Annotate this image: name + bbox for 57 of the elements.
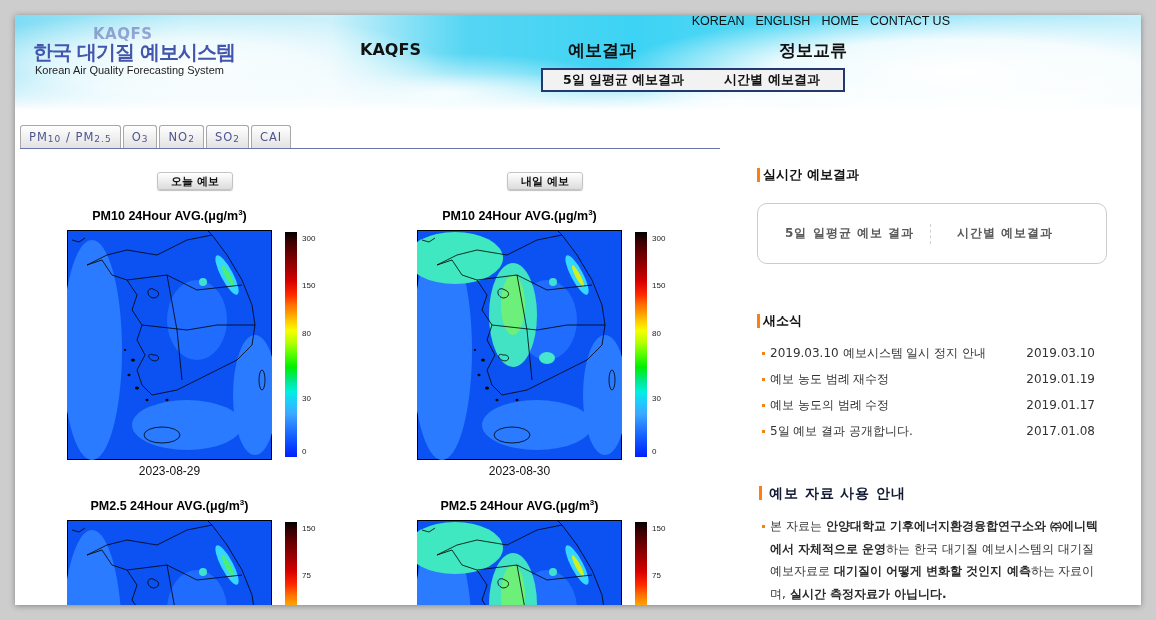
news-date: 2019.01.19 bbox=[1026, 372, 1095, 386]
map-title: PM10 24Hour AVG.(μg/m$^{3}$) bbox=[92, 208, 247, 224]
logo-backdrop-text: KAQFS bbox=[93, 28, 153, 41]
bullet-icon bbox=[762, 377, 765, 381]
map-title: PM2.5 24Hour AVG.(μg/m$^{3}$) bbox=[440, 498, 599, 514]
bullet-icon bbox=[762, 429, 765, 433]
map-date: 2023-08-30 bbox=[488, 464, 551, 478]
notice-text: 본 자료는 안양대학교 기후에너지환경융합연구소와 ㈜에니텍에서 자체적으로 운영하는 한국 대기질 예보시스템의 대기질 예보자료로 대기질이 어떻게 변화할 것인지 예측하는 자료이며, 실시간 측정자료가 아닙니다. bbox=[770, 518, 1099, 603]
nav-link[interactable]: 예보결과 bbox=[567, 40, 636, 60]
forecast-result-link[interactable]: 시간별 예보결과 bbox=[956, 225, 1054, 242]
scale-label: 0 bbox=[302, 446, 307, 456]
submenu-link[interactable]: 5일 일평균 예보결과 bbox=[563, 71, 685, 89]
news-title[interactable]: 2019.03.10 예보시스템 일시 정지 안내 bbox=[770, 344, 1027, 362]
scale-label: 150 bbox=[302, 523, 316, 533]
bullet-icon bbox=[762, 403, 765, 407]
news-title[interactable]: 5일 예보 결과 공개합니다. bbox=[770, 422, 1027, 440]
news-date: 2019.01.17 bbox=[1026, 398, 1095, 412]
scale-label: 150 bbox=[302, 280, 316, 290]
section-heading: 예보 자료 사용 안내 bbox=[769, 485, 907, 501]
section-heading: 실시간 예보결과 bbox=[763, 167, 859, 183]
nav-link[interactable]: 정보교류 bbox=[778, 40, 847, 60]
scale-label: 80 bbox=[302, 328, 311, 338]
scale-label: 75 bbox=[652, 570, 661, 580]
section-heading: 새소식 bbox=[763, 313, 802, 329]
map-title: PM10 24Hour AVG.(μg/m$^{3}$) bbox=[442, 208, 597, 224]
utility-link[interactable]: HOME bbox=[821, 15, 859, 27]
logo-subtitle: Korean Air Quality Forecasting System bbox=[35, 64, 224, 77]
utility-link[interactable]: CONTACT US bbox=[869, 15, 950, 27]
nav-link[interactable]: KAQFS bbox=[360, 40, 421, 60]
forecast-day-button[interactable]: 내일 예보 bbox=[507, 172, 583, 190]
news-date: 2019.03.10 bbox=[1026, 346, 1095, 360]
heading-accent-icon bbox=[757, 314, 760, 328]
utility-link[interactable]: ENGLISH bbox=[755, 15, 811, 27]
bullet-icon bbox=[762, 351, 765, 355]
forecast-result-link[interactable]: 5일 일평균 예보 결과 bbox=[785, 225, 914, 242]
pollutant-tab[interactable]: CAI bbox=[250, 125, 292, 148]
map-date: 2023-08-29 bbox=[138, 464, 201, 478]
scale-label: 75 bbox=[302, 570, 311, 580]
scale-label: 0 bbox=[652, 446, 657, 456]
heading-accent-icon bbox=[757, 168, 760, 182]
scale-label: 80 bbox=[652, 328, 661, 338]
submenu-link[interactable]: 시간별 예보결과 bbox=[724, 71, 820, 89]
news-date: 2017.01.08 bbox=[1026, 424, 1095, 438]
map-title: PM2.5 24Hour AVG.(μg/m$^{3}$) bbox=[90, 498, 249, 514]
bullet-icon bbox=[762, 525, 765, 528]
forecast-day-button[interactable]: 오늘 예보 bbox=[157, 172, 233, 190]
logo-title[interactable]: 한국 대기질 예보시스템 bbox=[33, 41, 235, 64]
utility-link[interactable]: KOREAN bbox=[691, 15, 745, 27]
scale-label: 150 bbox=[652, 280, 666, 290]
scale-label: 300 bbox=[302, 233, 316, 243]
scale-label: 300 bbox=[652, 233, 666, 243]
scale-label: 30 bbox=[652, 393, 661, 403]
scale-label: 30 bbox=[302, 393, 311, 403]
news-title[interactable]: 예보 농도 범례 재수정 bbox=[770, 370, 1027, 388]
heading-accent-icon bbox=[759, 486, 762, 500]
news-title[interactable]: 예보 농도의 범례 수정 bbox=[770, 396, 1027, 414]
scale-label: 150 bbox=[652, 523, 666, 533]
